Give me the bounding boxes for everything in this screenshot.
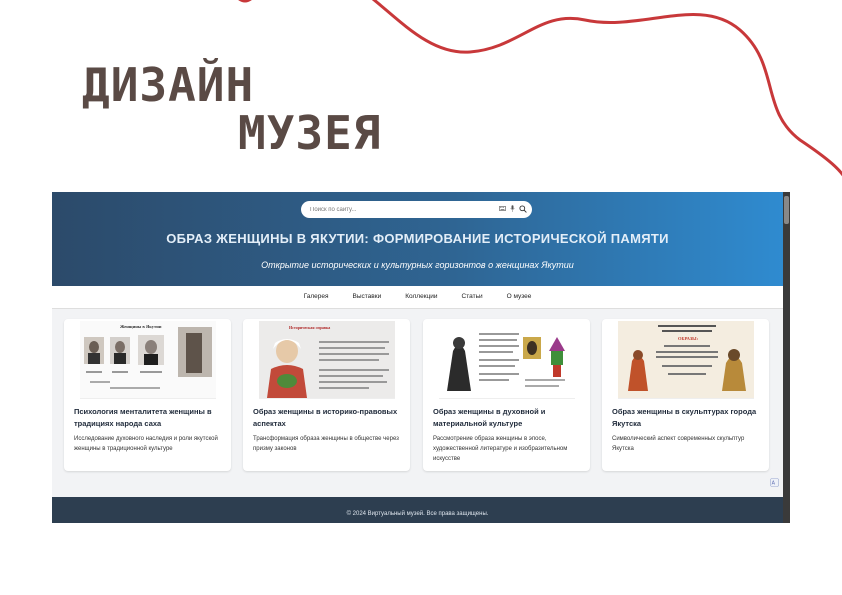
website-screenshot: ОБРАЗ ЖЕНЩИНЫ В ЯКУТИИ: ФОРМИРОВАНИЕ ИСТ… xyxy=(52,192,790,523)
card-image-caption: ОБРАЗЫ: xyxy=(678,336,699,341)
slide-title-line2: МУЗЕЯ xyxy=(238,106,382,160)
card-description: Рассмотрение образа женщины в эпосе, худ… xyxy=(433,436,568,462)
card-image-caption: Женщины в Якутии xyxy=(120,324,162,329)
nav-item-exhibitions[interactable]: Выставки xyxy=(353,286,382,308)
site-nav: Галерея Выставки Коллекции Статьи О музе… xyxy=(52,286,783,309)
site-footer: © 2024 Виртуальный музей. Все права защи… xyxy=(52,497,783,523)
nav-item-articles[interactable]: Статьи xyxy=(462,286,483,308)
card-title: Образ женщины в духовной и материальной … xyxy=(433,407,546,428)
search-icon[interactable] xyxy=(519,204,527,215)
card-image: ОБРАЗЫ: xyxy=(618,321,754,399)
article-card[interactable]: Историческая справка Образ женщины в ист… xyxy=(243,319,410,471)
site-subtitle: Открытие исторических и культурных гориз… xyxy=(261,260,574,270)
cards-section: Женщины в Якутии Психология менталитета … xyxy=(52,309,783,497)
card-description: Исследование духовного наследия и роли я… xyxy=(74,436,218,452)
card-title: Психология менталитета женщины в традици… xyxy=(74,407,212,428)
keyboard-icon[interactable] xyxy=(499,206,507,213)
site-title: ОБРАЗ ЖЕНЩИНЫ В ЯКУТИИ: ФОРМИРОВАНИЕ ИСТ… xyxy=(166,231,669,246)
card-description: Трансформация образа женщины в обществе … xyxy=(253,436,399,452)
microphone-icon[interactable] xyxy=(510,205,515,214)
site-header: ОБРАЗ ЖЕНЩИНЫ В ЯКУТИИ: ФОРМИРОВАНИЕ ИСТ… xyxy=(52,192,783,286)
card-title: Образ женщины в скульптурах города Якутс… xyxy=(612,407,757,428)
search-input[interactable] xyxy=(310,206,480,213)
article-card[interactable]: Образ женщины в духовной и материальной … xyxy=(423,319,590,471)
nav-item-collections[interactable]: Коллекции xyxy=(405,286,437,308)
card-description: Символический аспект современных скульпт… xyxy=(612,436,745,452)
nav-item-about[interactable]: О музее xyxy=(507,286,532,308)
scrollbar[interactable] xyxy=(783,192,790,523)
nav-item-gallery[interactable]: Галерея xyxy=(304,286,329,308)
article-card[interactable]: ОБРАЗЫ: Образ женщины в скульптурах горо… xyxy=(602,319,769,471)
card-image: Женщины в Якутии xyxy=(80,321,216,399)
card-image xyxy=(439,321,575,399)
slide-title-line1: ДИЗАЙН xyxy=(82,58,255,112)
card-title: Образ женщины в историко-правовых аспект… xyxy=(253,407,398,428)
article-card[interactable]: Женщины в Якутии Психология менталитета … xyxy=(64,319,231,471)
search-bar[interactable] xyxy=(301,201,532,218)
footer-copyright: © 2024 Виртуальный музей. Все права защи… xyxy=(346,511,489,517)
scrollbar-thumb[interactable] xyxy=(784,196,789,224)
translate-icon[interactable]: A xyxy=(770,474,779,487)
card-image-caption: Историческая справка xyxy=(289,325,330,330)
card-image: Историческая справка xyxy=(259,321,395,399)
